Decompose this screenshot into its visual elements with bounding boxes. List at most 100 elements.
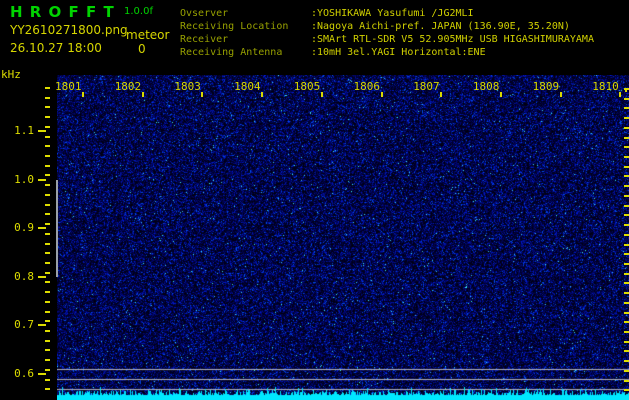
station-info-value: :SMArt RTL-SDR V5 52.905MHz USB HIGASHIM…: [311, 34, 594, 45]
frequency-minor-tick: [45, 330, 50, 332]
frequency-tick-label: 1.0: [14, 172, 34, 186]
frequency-major-tick: [38, 130, 46, 132]
frequency-tick-label: 0.9: [14, 221, 34, 235]
frequency-tick-label: 0.8: [14, 269, 34, 283]
observation-datetime: 26.10.27 18:00: [10, 41, 102, 55]
time-tick-label: 1803: [174, 80, 201, 93]
station-info-label: Ovserver: [180, 8, 229, 19]
time-tick-label: 1805: [293, 80, 321, 93]
frequency-tick-label: 1.1: [14, 124, 34, 137]
time-tick: [499, 92, 502, 97]
spectrogram-canvas: [57, 75, 629, 400]
frequency-minor-tick: [45, 223, 50, 225]
frequency-tick-label: 0.6: [14, 367, 34, 380]
frequency-minor-tick: [45, 291, 50, 293]
frequency-minor-tick: [45, 359, 50, 361]
time-tick-label: 1809: [532, 80, 560, 93]
right-frequency-tick: [624, 273, 629, 275]
time-tick: [201, 92, 204, 97]
frequency-minor-tick: [45, 204, 50, 206]
meteor-count: 0: [138, 42, 146, 56]
station-info-value: :10mH 3el.YAGI Horizontal:ENE: [311, 47, 486, 58]
station-info-value: :YOSHIKAWA Yasufumi /JG2MLI: [311, 8, 474, 19]
frequency-minor-tick: [45, 311, 50, 313]
right-frequency-tick: [624, 185, 629, 187]
frequency-minor-tick: [45, 233, 50, 235]
right-frequency-tick: [624, 341, 629, 343]
right-frequency-tick: [624, 282, 629, 284]
frequency-minor-tick: [45, 388, 50, 390]
right-frequency-tick: [624, 263, 629, 265]
time-tick: [619, 92, 622, 97]
right-frequency-tick: [624, 244, 629, 246]
right-frequency-tick: [624, 234, 629, 236]
frequency-minor-tick: [45, 301, 50, 303]
time-tick: [261, 92, 264, 97]
time-tick-label: 1808: [472, 80, 500, 93]
frequency-minor-tick: [45, 155, 50, 157]
right-frequency-tick: [624, 175, 629, 177]
frequency-minor-tick: [45, 106, 50, 108]
right-frequency-tick: [624, 380, 629, 382]
frequency-minor-tick: [45, 116, 50, 118]
frequency-minor-tick: [45, 165, 50, 167]
station-info-label: Receiving Antenna: [180, 47, 283, 58]
time-tick-label: 1801: [55, 80, 82, 93]
frequency-minor-tick: [45, 174, 50, 176]
time-tick-label: 1807: [413, 80, 440, 93]
right-frequency-tick: [624, 253, 629, 255]
frequency-minor-tick: [45, 262, 50, 264]
frequency-minor-tick: [45, 349, 50, 351]
frequency-minor-tick: [45, 252, 50, 254]
station-info-label: Receiver: [180, 34, 229, 45]
right-frequency-tick: [624, 321, 629, 323]
app-version: 1.0.0f: [124, 6, 153, 17]
frequency-minor-tick: [45, 281, 50, 283]
right-frequency-tick: [624, 166, 629, 168]
right-frequency-tick: [624, 292, 629, 294]
frequency-minor-tick: [45, 369, 50, 371]
db-scale-bar: [56, 180, 58, 277]
right-frequency-tick: [624, 360, 629, 362]
time-tick: [82, 92, 84, 97]
station-info: Ovserver :YOSHIKAWA Yasufumi /JG2MLI Recei…: [180, 7, 594, 59]
frequency-minor-tick: [45, 213, 50, 215]
hrofft-window: H R O F F T 1.0.0f YY2610271800.png mete…: [0, 0, 629, 400]
right-frequency-tick: [624, 205, 629, 207]
time-tick: [559, 92, 562, 97]
frequency-minor-tick: [45, 320, 50, 322]
right-frequency-tick: [624, 137, 629, 139]
right-frequency-tick: [624, 214, 629, 216]
right-frequency-tick: [624, 98, 629, 100]
time-tick: [440, 92, 443, 97]
right-frequency-tick: [624, 117, 629, 119]
frequency-minor-tick: [45, 194, 50, 196]
station-info-value: :Nagoya Aichi-pref. JAPAN (136.90E, 35.2…: [311, 21, 570, 32]
frequency-minor-tick: [45, 243, 50, 245]
frequency-major-tick: [38, 227, 46, 230]
station-info-label: Receiving Location: [180, 21, 289, 32]
frequency-major-tick: [38, 324, 46, 327]
right-frequency-tick: [624, 127, 629, 129]
time-tick-label: 1802: [114, 80, 142, 93]
output-filename: YY2610271800.png: [10, 23, 128, 37]
frequency-minor-tick: [45, 97, 50, 99]
frequency-minor-tick: [45, 145, 50, 147]
frequency-minor-tick: [45, 184, 50, 186]
mode-label: meteor: [126, 28, 170, 42]
time-tick: [141, 92, 144, 97]
time-tick-label: 1806: [353, 80, 381, 93]
station-info-row: Ovserver :YOSHIKAWA Yasufumi /JG2MLI: [180, 7, 594, 20]
right-frequency-tick: [624, 195, 629, 197]
time-tick-label: 1804: [234, 80, 261, 93]
time-tick: [380, 92, 383, 97]
right-frequency-tick: [624, 389, 629, 391]
time-tick: [320, 92, 323, 97]
frequency-axis-unit: kHz: [1, 68, 21, 81]
frequency-major-tick: [38, 373, 46, 375]
right-frequency-tick: [624, 302, 629, 304]
right-frequency-tick: [624, 312, 629, 314]
frequency-minor-tick: [45, 272, 50, 274]
frequency-minor-tick: [45, 379, 50, 381]
frequency-major-tick: [38, 275, 46, 278]
